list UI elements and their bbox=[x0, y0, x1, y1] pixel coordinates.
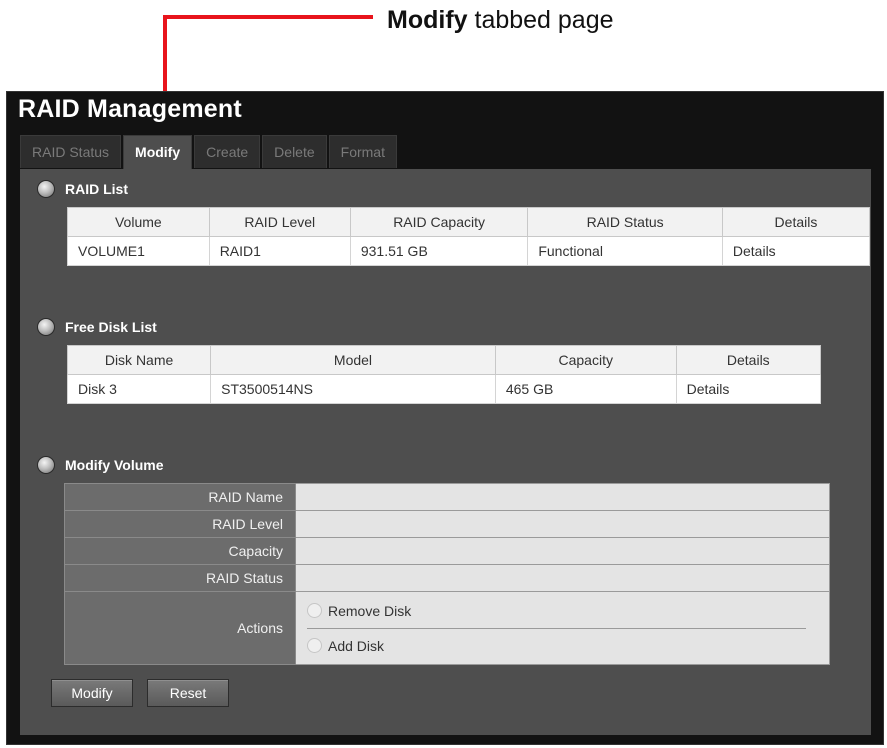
capacity-cell: 465 GB bbox=[494, 374, 677, 404]
column-header: Volume bbox=[67, 207, 210, 237]
details-link[interactable]: Details bbox=[675, 374, 822, 404]
actions-label: Actions bbox=[64, 591, 296, 665]
raid-management-window: RAID Management RAID Status Modify Creat… bbox=[6, 91, 884, 745]
raid-list-title: RAID List bbox=[65, 181, 128, 197]
column-header: Capacity bbox=[494, 345, 677, 375]
capacity-label: Capacity bbox=[64, 537, 296, 565]
raid-list-table: Volume RAID Level RAID Capacity RAID Sta… bbox=[67, 207, 871, 266]
form-row: Actions Remove Disk Add Disk bbox=[64, 591, 830, 665]
raid-list-header: RAID List bbox=[37, 180, 128, 198]
column-header: RAID Status bbox=[527, 207, 723, 237]
free-disk-list-title: Free Disk List bbox=[65, 319, 157, 335]
bullet-icon bbox=[37, 456, 55, 474]
modify-volume-header: Modify Volume bbox=[37, 456, 164, 474]
remove-disk-option[interactable]: Remove Disk bbox=[297, 594, 828, 628]
page-title: RAID Management bbox=[18, 95, 242, 123]
column-header: Details bbox=[721, 207, 871, 237]
table-row: VOLUME1 RAID1 931.51 GB Functional Detai… bbox=[67, 236, 871, 266]
raid-name-label: RAID Name bbox=[64, 483, 296, 511]
callout-strong: Modify bbox=[387, 6, 468, 34]
column-header: Details bbox=[675, 345, 822, 375]
free-disk-list-header: Free Disk List bbox=[37, 318, 157, 336]
raid-status-label: RAID Status bbox=[64, 564, 296, 592]
tab-create[interactable]: Create bbox=[194, 135, 261, 168]
actions-field: Remove Disk Add Disk bbox=[295, 591, 830, 665]
raid-status-cell: Functional bbox=[527, 236, 723, 266]
add-disk-option[interactable]: Add Disk bbox=[297, 629, 828, 663]
reset-button[interactable]: Reset bbox=[147, 679, 229, 707]
raid-capacity-cell: 931.51 GB bbox=[349, 236, 529, 266]
remove-disk-radio[interactable] bbox=[307, 603, 322, 618]
capacity-field[interactable] bbox=[295, 537, 830, 565]
details-link[interactable]: Details bbox=[721, 236, 871, 266]
modify-volume-form: RAID Name RAID Level Capacity RAID Statu… bbox=[64, 483, 830, 665]
callout-rest: tabbed page bbox=[467, 6, 614, 34]
callout-label: Modify tabbed page bbox=[387, 6, 614, 35]
raid-status-field[interactable] bbox=[295, 564, 830, 592]
form-row: RAID Status bbox=[64, 564, 830, 592]
raid-name-field[interactable] bbox=[295, 483, 830, 511]
table-header-row: Disk Name Model Capacity Details bbox=[66, 345, 822, 375]
column-header: RAID Level bbox=[208, 207, 351, 237]
tab-bar: RAID Status Modify Create Delete Format bbox=[20, 135, 399, 170]
raid-level-label: RAID Level bbox=[64, 510, 296, 538]
modify-volume-title: Modify Volume bbox=[65, 457, 164, 473]
raid-level-field[interactable] bbox=[295, 510, 830, 538]
disk-name-cell: Disk 3 bbox=[66, 374, 212, 404]
remove-disk-label: Remove Disk bbox=[328, 602, 412, 619]
content-panel: RAID List Volume RAID Level RAID Capacit… bbox=[20, 169, 871, 735]
modify-button[interactable]: Modify bbox=[51, 679, 133, 707]
table-row: Disk 3 ST3500514NS 465 GB Details bbox=[66, 374, 822, 404]
bullet-icon bbox=[37, 180, 55, 198]
form-row: Capacity bbox=[64, 537, 830, 565]
column-header: Model bbox=[210, 345, 496, 375]
table-header-row: Volume RAID Level RAID Capacity RAID Sta… bbox=[67, 207, 871, 237]
column-header: Disk Name bbox=[66, 345, 212, 375]
tab-format[interactable]: Format bbox=[328, 135, 397, 168]
model-cell: ST3500514NS bbox=[210, 374, 496, 404]
tab-delete[interactable]: Delete bbox=[262, 135, 327, 168]
add-disk-label: Add Disk bbox=[328, 637, 385, 654]
free-disk-table: Disk Name Model Capacity Details Disk 3 … bbox=[66, 345, 822, 404]
tab-raid-status[interactable]: RAID Status bbox=[20, 135, 122, 168]
volume-cell: VOLUME1 bbox=[67, 236, 210, 266]
form-row: RAID Name bbox=[64, 483, 830, 511]
add-disk-radio[interactable] bbox=[307, 638, 322, 653]
bullet-icon bbox=[37, 318, 55, 336]
form-row: RAID Level bbox=[64, 510, 830, 538]
column-header: RAID Capacity bbox=[349, 207, 529, 237]
tab-modify[interactable]: Modify bbox=[123, 135, 193, 170]
raid-level-cell: RAID1 bbox=[208, 236, 351, 266]
callout-line-horizontal bbox=[163, 15, 373, 19]
